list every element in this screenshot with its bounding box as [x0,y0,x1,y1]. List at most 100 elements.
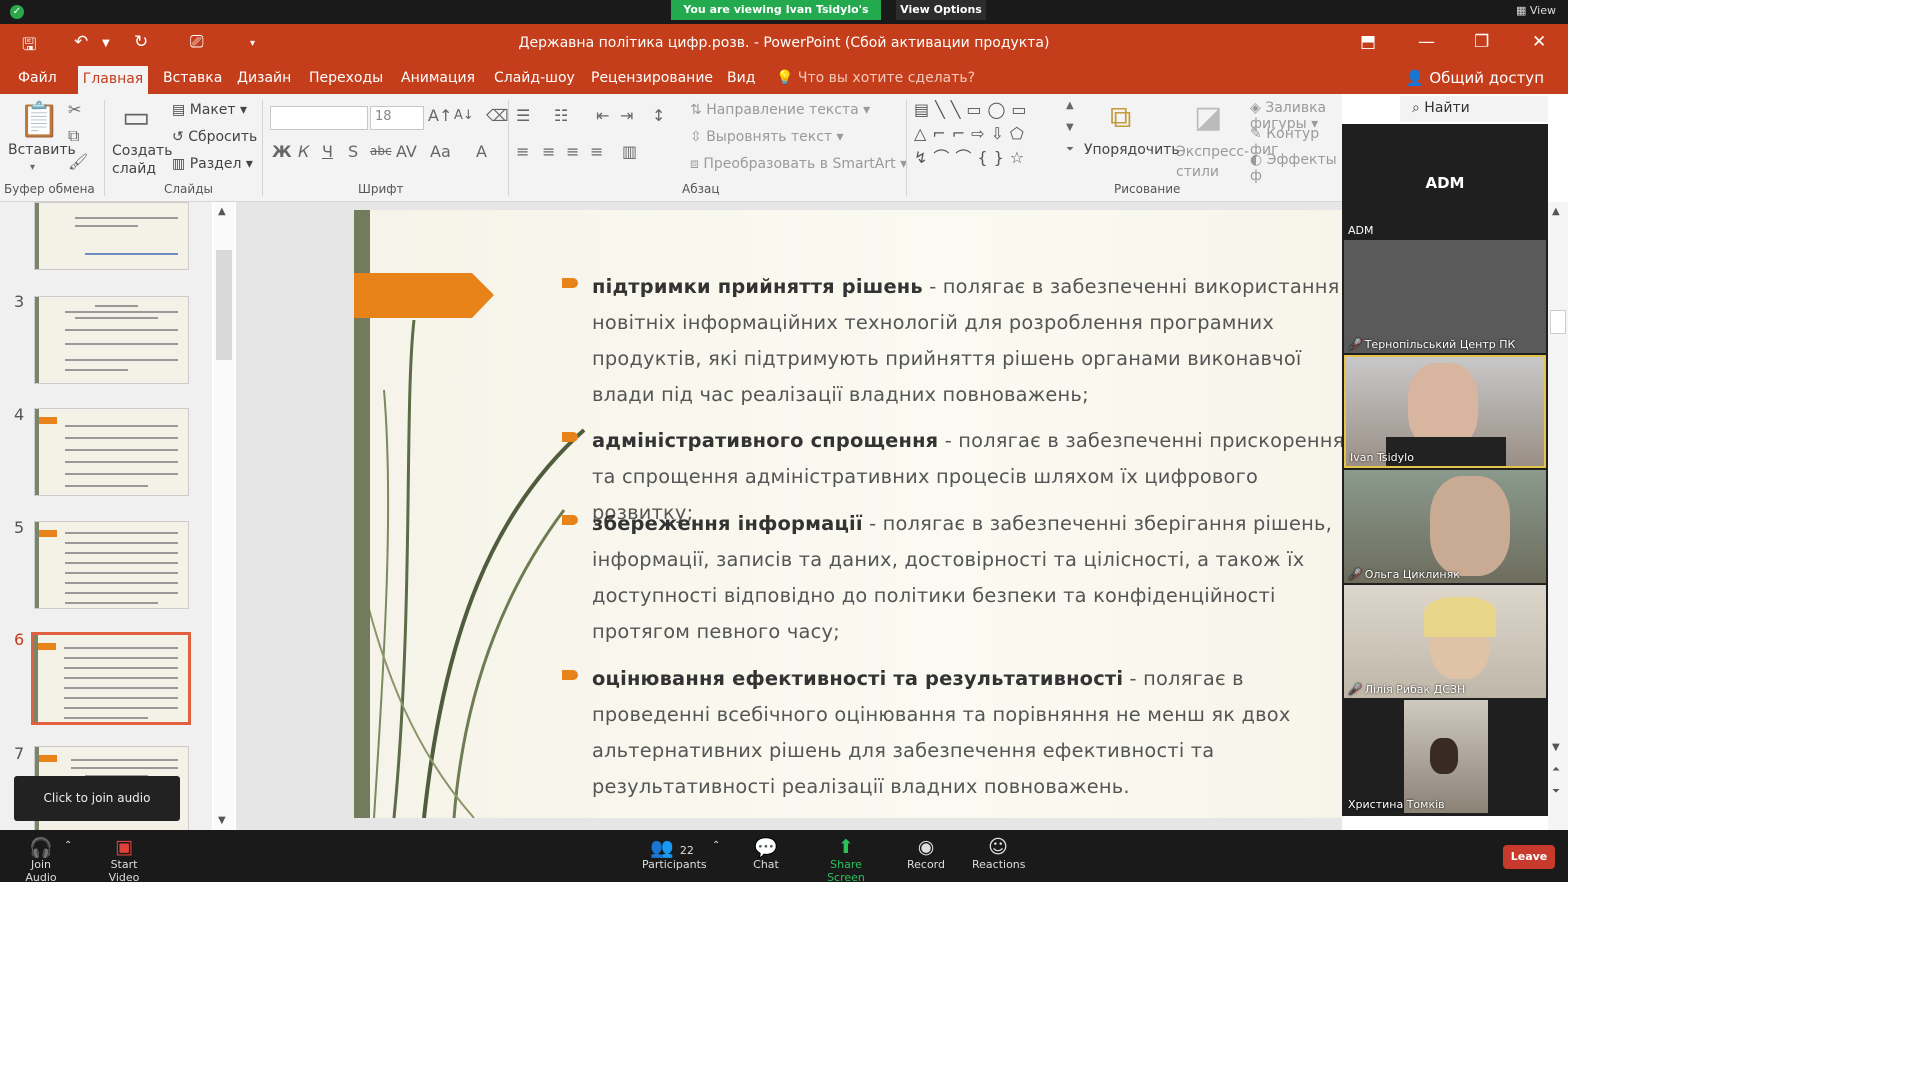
cut-icon[interactable]: ✂ [68,100,81,119]
align-left-icon[interactable]: ≡ [516,142,529,161]
char-spacing-icon[interactable]: AV [396,142,417,161]
copy-icon[interactable]: ⧉ [68,126,79,146]
tab-slideshow[interactable]: Слайд-шоу [494,70,575,86]
participant-name: Лілія Рибак ДСЗН [1364,683,1466,696]
participant-tile[interactable]: 🎤̸ Тернопільський Центр ПК [1344,240,1546,353]
record-button[interactable]: ◉ Record [904,836,948,871]
numbering-icon[interactable]: ☷ [554,106,568,125]
quick-styles-button[interactable]: Экспресс-стили [1176,142,1249,182]
participant-tile[interactable]: 🎤̸ Лілія Рибак ДСЗН [1344,585,1546,698]
tab-home[interactable]: Главная [78,66,148,94]
font-name-input[interactable] [270,106,368,130]
tab-transitions[interactable]: Переходы [309,70,383,86]
scrollbar-thumb[interactable] [1550,310,1566,334]
strikethrough-icon[interactable]: abc [370,144,392,158]
scrollbar-thumb[interactable] [216,250,232,360]
change-case-icon[interactable]: Aa [430,142,451,161]
tell-me-search[interactable]: 💡 Что вы хотите сделать? [776,70,975,86]
tab-file[interactable]: Файл [18,70,57,86]
participants-button[interactable]: 👥 22 Participants [642,836,707,871]
find-button[interactable]: ⌕ Найти [1400,96,1548,122]
increase-font-icon[interactable]: A↑ [428,106,452,125]
view-options-button[interactable]: View Options ⌄ [896,0,986,36]
slide-number: 7 [14,744,25,763]
paste-dropdown-icon[interactable]: ▾ [30,162,35,173]
audio-options-caret-icon[interactable]: ⌃ [64,840,72,851]
new-slide-button[interactable]: Создать слайд [112,142,172,178]
reactions-button[interactable]: ☺ Reactions [972,836,1026,871]
scroll-up-icon[interactable]: ▲ [218,206,226,217]
bullets-icon[interactable]: ☰ [516,106,530,125]
arrange-button[interactable]: Упорядочить [1084,142,1180,158]
join-audio-button[interactable]: 🎧 Join Audio [14,836,68,884]
slide-scrollbar[interactable]: ▲ ▼ ⏶ ⏷ [1548,202,1568,830]
slide-thumbnail-6-selected[interactable] [31,632,191,725]
current-slide[interactable]: підтримки прийняття рішень - полягає в з… [354,210,1344,818]
slide-thumbnail-4[interactable] [34,408,189,496]
shapes-scroll-icon[interactable]: ▲ ▼ ⏷ [1066,100,1074,155]
ribbon-display-icon[interactable]: ⬒ [1360,32,1376,52]
shape-effects-button[interactable]: ◐ Эффекты ф [1250,152,1342,184]
scroll-up-icon[interactable]: ▲ [1552,206,1560,217]
clear-formatting-icon[interactable]: ⌫ [486,106,509,125]
paste-icon[interactable]: 📋 [18,100,60,140]
shadow-icon[interactable]: S [348,142,358,161]
next-slide-icon[interactable]: ⏷ [1552,786,1560,797]
join-audio-tooltip[interactable]: Click to join audio [14,776,180,821]
section-button[interactable]: ▥ Раздел ▾ [172,156,253,172]
close-icon[interactable]: ✕ [1532,32,1546,52]
underline-icon[interactable]: Ч [322,142,333,161]
columns-icon[interactable]: ▥ [622,142,637,161]
justify-icon[interactable]: ≡ [590,142,603,161]
paste-button[interactable]: Вставить [8,142,76,158]
previous-slide-icon[interactable]: ⏶ [1552,764,1560,775]
view-button[interactable]: ▦ View [1516,4,1556,17]
italic-icon[interactable]: К [298,142,309,161]
increase-indent-icon[interactable]: ⇥ [620,106,633,125]
share-button[interactable]: 👤 Общий доступ [1406,69,1544,87]
arrange-icon[interactable]: ⧉ [1110,100,1131,135]
tab-animation[interactable]: Анимация [401,70,475,86]
slide-thumbnail-2[interactable] [34,202,189,270]
new-slide-icon[interactable]: ▭ [122,100,150,135]
align-center-icon[interactable]: ≡ [542,142,555,161]
layout-button[interactable]: ▤ Макет ▾ [172,102,247,118]
participant-tile[interactable]: 🎤̸ Ольга Циклиняк [1344,470,1546,583]
scroll-down-icon[interactable]: ▼ [218,815,226,826]
tab-insert[interactable]: Вставка [163,70,222,86]
align-text-button[interactable]: ⇳ Выровнять текст ▾ [690,129,844,145]
share-screen-button[interactable]: ⬆ Share Screen [812,836,880,884]
bullet-efficiency-evaluation: оцінювання ефективності та результативно… [562,661,1344,805]
thumbnail-text-line [65,449,178,451]
reset-button[interactable]: ↺ Сбросить [172,129,257,145]
quick-styles-icon[interactable]: ◪ [1194,100,1222,135]
thumbnails-scrollbar[interactable]: ▲ ▼ [214,202,234,830]
thumbnail-text-line [65,552,178,554]
tab-review[interactable]: Рецензирование [591,70,713,86]
font-color-icon[interactable]: A [476,142,487,161]
decrease-indent-icon[interactable]: ⇤ [596,106,609,125]
tab-design[interactable]: Дизайн [237,70,291,86]
decrease-font-icon[interactable]: A↓ [454,108,474,123]
slide-thumbnail-3[interactable] [34,296,189,384]
leave-button[interactable]: Leave [1503,845,1555,869]
slide-thumbnail-5[interactable] [34,521,189,609]
shapes-gallery[interactable]: ▤╲╲▭◯▭ △⌐⌐⇨⇩⬠ ↯⌒⌒{}☆ [914,98,1064,170]
participants-caret-icon[interactable]: ⌃ [712,840,720,851]
tab-view[interactable]: Вид [727,70,755,86]
restore-icon[interactable]: ❐ [1474,32,1489,52]
participant-tile-active-speaker[interactable]: Ivan Tsidylo [1344,355,1546,468]
start-video-button[interactable]: ▣ Start Video [96,836,152,884]
text-direction-button[interactable]: ⇅ Направление текста ▾ [690,102,870,118]
align-right-icon[interactable]: ≡ [566,142,579,161]
line-spacing-icon[interactable]: ↕ [652,106,665,125]
chat-button[interactable]: 💬 Chat [748,836,784,871]
font-size-input[interactable]: 18 [370,106,424,130]
participant-tile[interactable]: Христина Томків [1344,700,1546,813]
participant-tile-adm[interactable]: ADM ADM [1342,124,1548,240]
format-painter-icon[interactable]: 🖌 [68,152,88,171]
minimize-icon[interactable]: — [1418,32,1435,52]
smartart-button[interactable]: ⧈ Преобразовать в SmartArt ▾ [690,156,907,172]
scroll-down-icon[interactable]: ▼ [1552,742,1560,753]
bold-icon[interactable]: Ж [272,142,292,161]
